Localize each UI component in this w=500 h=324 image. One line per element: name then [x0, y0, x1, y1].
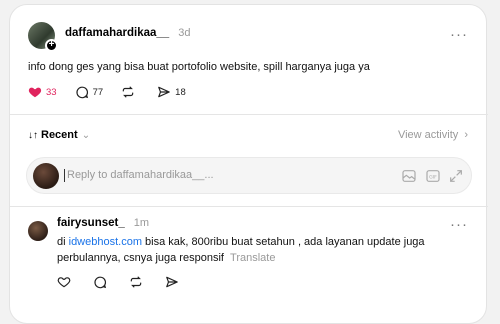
post-header: daffamahardikaa__ 3d [65, 27, 190, 39]
post-more-icon[interactable]: ··· [450, 26, 468, 43]
follow-plus-icon[interactable]: + [45, 39, 58, 52]
reply-link[interactable]: idwebhost.com [69, 236, 142, 248]
reply-header: fairysunset_ 1m [57, 217, 149, 229]
heart-filled-icon [28, 87, 42, 98]
comment-count: 77 [92, 86, 104, 98]
share-count: 18 [175, 86, 186, 98]
reply-actions [57, 275, 201, 289]
svg-text:GIF: GIF [429, 174, 437, 180]
post-author[interactable]: daffamahardikaa__ [65, 27, 169, 39]
reply-repost-button[interactable] [129, 275, 147, 289]
reply-input[interactable]: Reply to daffamahardikaa__... [64, 169, 214, 182]
sort-dropdown[interactable]: ↓↑ Recent ⌄ [28, 129, 90, 141]
current-user-avatar [33, 163, 59, 189]
reply-share-button[interactable] [165, 275, 183, 289]
sort-label: Recent [41, 129, 78, 141]
comment-icon [94, 276, 107, 289]
reply-like-button[interactable] [57, 275, 75, 289]
reply-comment-button[interactable] [93, 275, 111, 289]
divider [10, 114, 488, 115]
divider [10, 206, 488, 207]
like-count: 33 [46, 86, 57, 98]
comment-button[interactable]: 77 [75, 85, 104, 99]
repost-button[interactable] [121, 85, 139, 99]
thread-card: + daffamahardikaa__ 3d ··· info dong ges… [9, 4, 488, 324]
comment-icon [75, 86, 88, 99]
chevron-down-icon: ⌄ [81, 129, 91, 141]
reply-time: 1m [133, 217, 150, 229]
heart-icon [57, 277, 71, 288]
reply-box[interactable]: Reply to daffamahardikaa__... GIF [26, 157, 472, 194]
send-icon [166, 276, 178, 288]
repost-icon [130, 276, 142, 288]
send-icon [158, 86, 170, 98]
reply-author[interactable]: fairysunset_ [57, 217, 125, 229]
translate-link[interactable]: Translate [230, 252, 275, 264]
reply-text: di idwebhost.com bisa kak, 800ribu buat … [57, 234, 447, 266]
gallery-icon[interactable] [401, 168, 417, 184]
share-button[interactable]: 18 [157, 85, 186, 99]
expand-icon[interactable] [448, 168, 464, 184]
chevron-right-icon: › [464, 129, 468, 141]
like-button[interactable]: 33 [28, 85, 57, 99]
gif-icon[interactable]: GIF [425, 168, 441, 184]
view-activity-link[interactable]: View activity › [398, 129, 468, 141]
reply-more-icon[interactable]: ··· [450, 216, 468, 233]
sort-arrows-icon: ↓↑ [28, 129, 38, 141]
post-time: 3d [178, 27, 191, 39]
view-activity-label: View activity [397, 129, 459, 141]
post-text: info dong ges yang bisa buat portofolio … [28, 61, 370, 73]
reply-text-prefix: di [57, 236, 69, 248]
reply-author-avatar[interactable] [28, 221, 48, 241]
post-actions: 33 77 18 [28, 85, 204, 99]
repost-icon [122, 86, 134, 98]
